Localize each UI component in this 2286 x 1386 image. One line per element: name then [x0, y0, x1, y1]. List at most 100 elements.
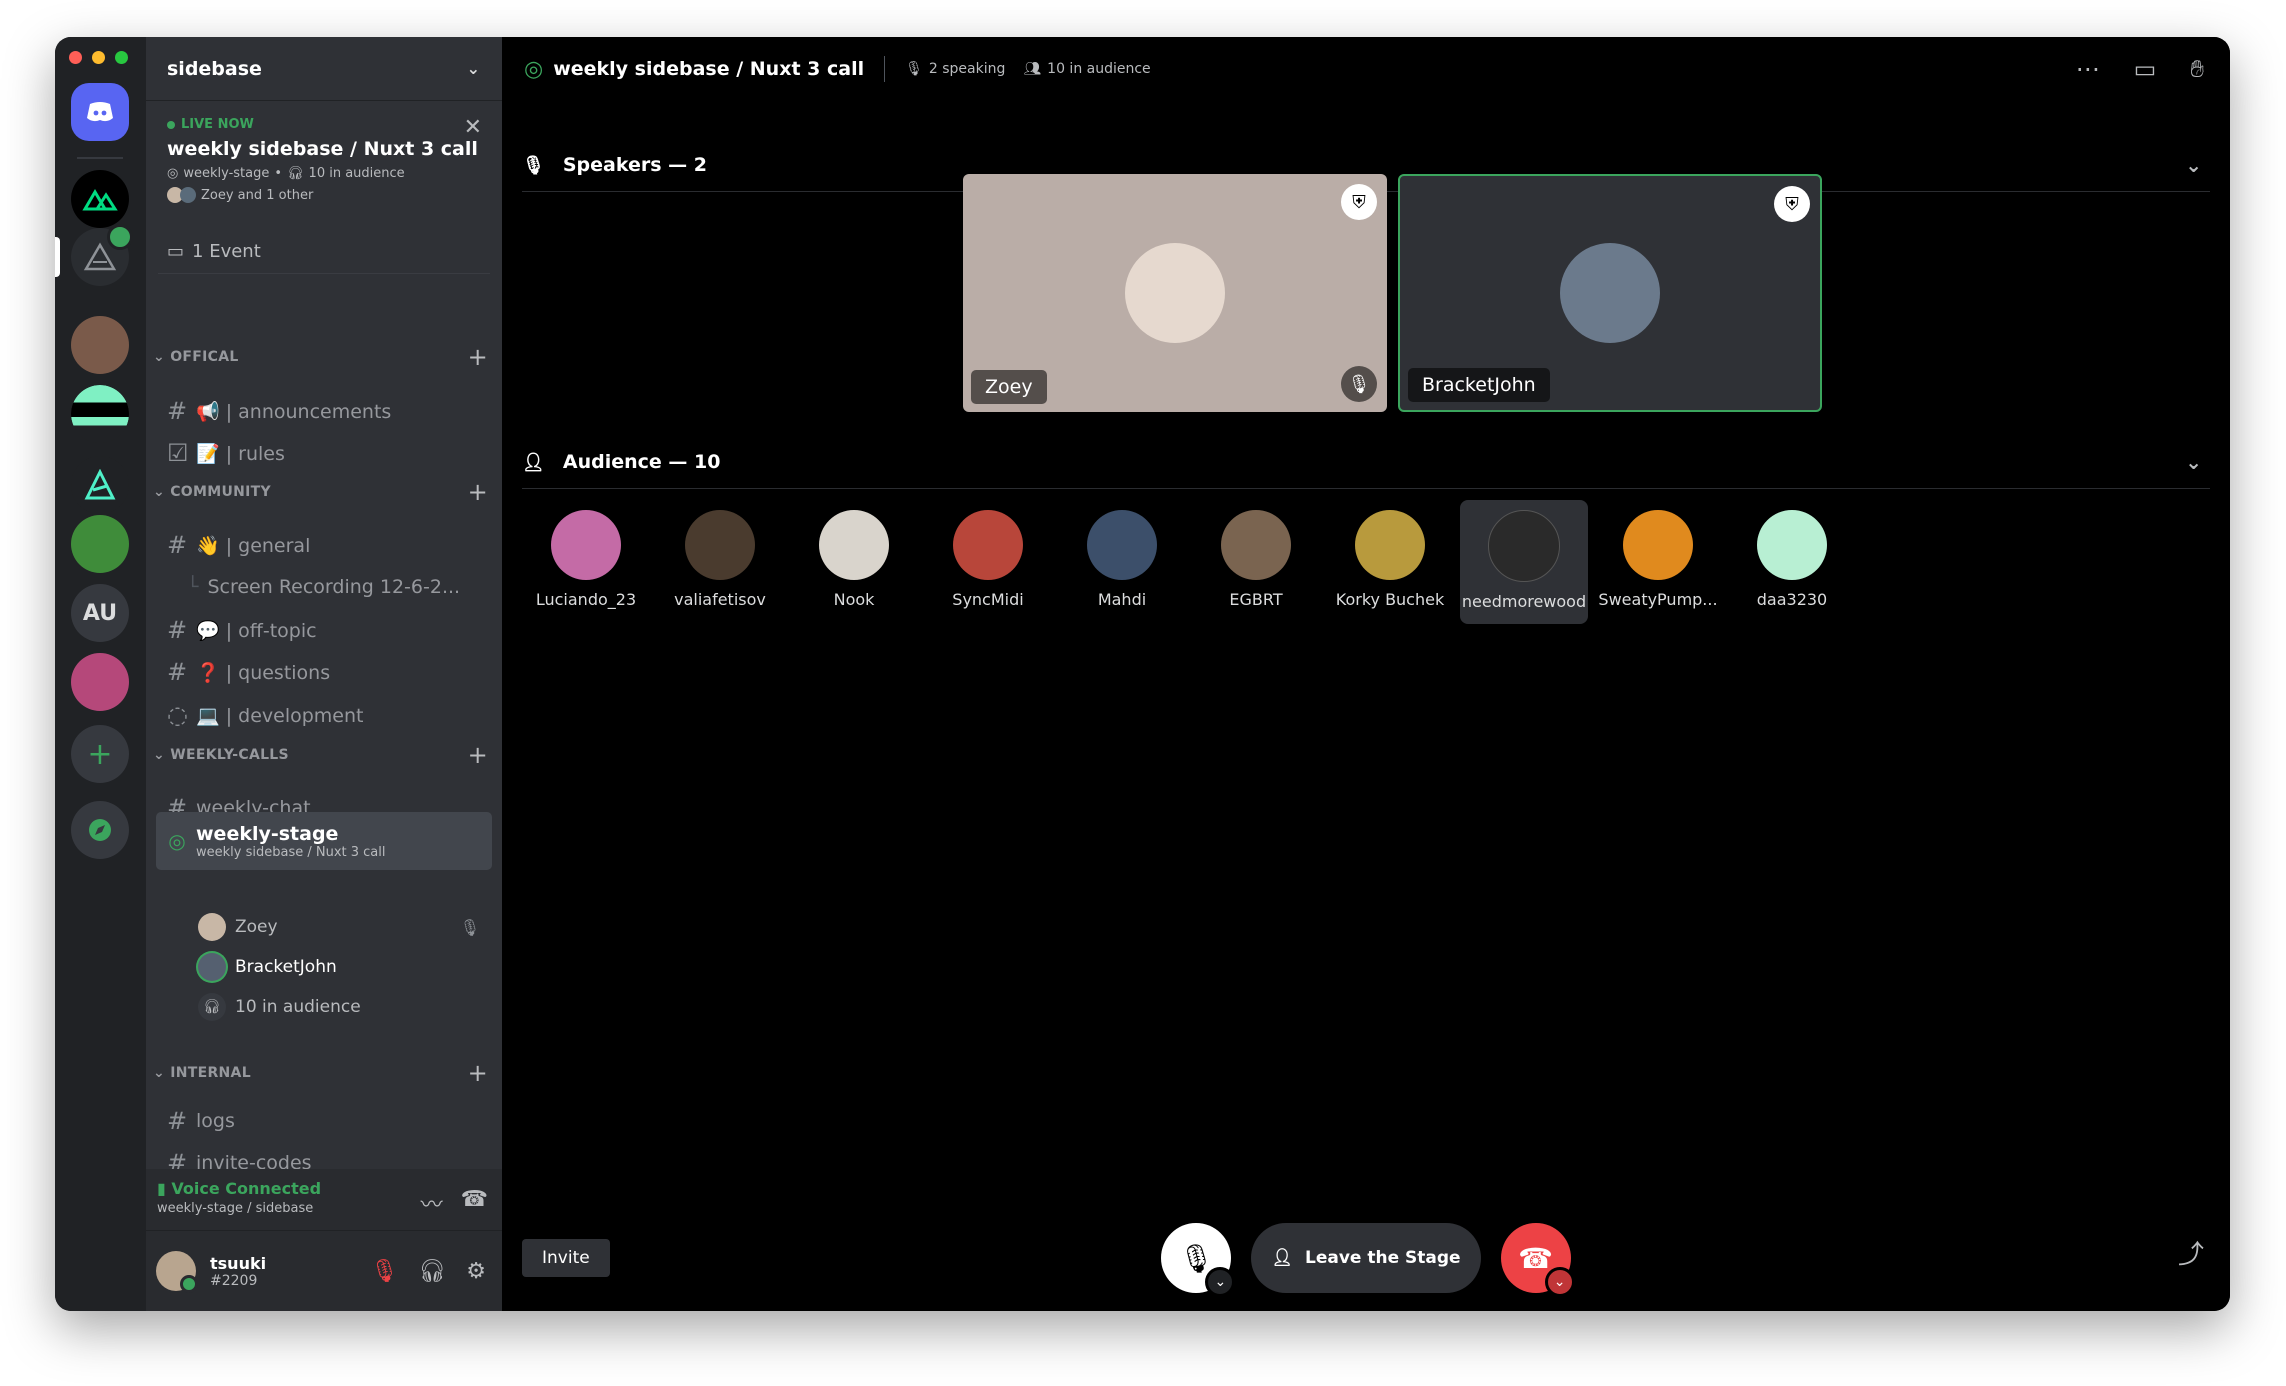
chevron-down-icon[interactable]: ⌄	[2185, 153, 2202, 177]
audience-member-name: SweatyPump...	[1598, 590, 1718, 609]
hash-icon: #	[167, 531, 188, 559]
server-header[interactable]: sidebase ⌄	[146, 37, 502, 101]
channel-label: ❓ | questions	[196, 661, 331, 684]
discord-home-icon[interactable]	[71, 83, 129, 141]
audience-member[interactable]: daa3230	[1728, 500, 1856, 624]
nuxt-server-icon[interactable]	[71, 170, 129, 228]
audience-member[interactable]: EGBRT	[1192, 500, 1320, 624]
mic-toggle-button[interactable]: 🎙︎ ⌄	[1161, 1223, 1236, 1297]
channel-off-topic[interactable]: # 💬 | off-topic	[156, 610, 492, 650]
audience-member[interactable]: Korky Buchek	[1326, 500, 1454, 624]
add-channel-icon[interactable]: +	[468, 343, 488, 371]
calendar-icon: ▭	[167, 240, 185, 262]
avatar	[1757, 510, 1827, 580]
thread-screen-recording[interactable]: └ Screen Recording 12-6-2...	[156, 567, 492, 607]
green-server-icon[interactable]	[71, 385, 129, 443]
audience-member[interactable]: needmorewood	[1460, 500, 1588, 624]
channel-questions[interactable]: # ❓ | questions	[156, 652, 492, 692]
live-stage-card[interactable]: LIVE NOW weekly sidebase / Nuxt 3 call ◎…	[146, 101, 502, 203]
chevron-down-icon[interactable]: ⌄	[1205, 1267, 1236, 1297]
channel-development[interactable]: ◌ 💻 | development	[156, 695, 492, 735]
live-stage-title: weekly sidebase / Nuxt 3 call	[167, 138, 478, 160]
add-channel-icon[interactable]: +	[468, 1059, 488, 1087]
audience-member[interactable]: Nook	[790, 500, 918, 624]
active-server-indicator	[55, 237, 60, 277]
leave-stage-button[interactable]: 👤︎ Leave the Stage	[1251, 1223, 1481, 1293]
avatar	[1623, 510, 1693, 580]
speaker-tile-bracketjohn[interactable]: ⛨ BracketJohn	[1398, 174, 1822, 412]
close-icon[interactable]: ✕	[464, 115, 482, 140]
channel-weekly-stage[interactable]: ◎ weekly-stage weekly sidebase / Nuxt 3 …	[156, 812, 492, 870]
au-server-icon[interactable]: AU	[71, 584, 129, 642]
audience-member[interactable]: SweatyPump...	[1594, 500, 1722, 624]
live-stage-people-label: Zoey and 1 other	[201, 187, 314, 203]
stage-icon: ◎	[168, 829, 186, 853]
muted-mic-icon: 🎙︎	[459, 917, 480, 937]
audience-member[interactable]: Luciando_23	[522, 500, 650, 624]
user-names: tsuuki #2209	[210, 1254, 266, 1289]
audience-member-name: daa3230	[1756, 590, 1828, 609]
chevron-down-icon[interactable]: ⌄	[2185, 450, 2202, 474]
more-options-icon[interactable]: ⋯	[2076, 55, 2100, 83]
channel-rules[interactable]: ☑ 📝 | rules	[156, 433, 492, 473]
audience-section-header[interactable]: 👤︎ Audience — 10 ⌄	[522, 436, 2210, 489]
add-server-icon[interactable]: +	[71, 725, 129, 783]
speaking-label: 2 speaking	[928, 61, 1006, 77]
category-weekly-calls[interactable]: ⌄ WEEKLY-CALLS +	[153, 741, 488, 769]
close-window-button[interactable]	[69, 51, 82, 64]
mute-mic-icon[interactable]: 🎙︎	[370, 1259, 398, 1284]
disconnect-icon[interactable]: ☎︎	[461, 1187, 488, 1219]
stage-user-bracketjohn[interactable]: BracketJohn	[156, 949, 492, 985]
headphones-icon[interactable]: 🎧︎	[418, 1259, 446, 1284]
moderator-badge-icon: ⛨	[1341, 184, 1377, 220]
maximize-window-button[interactable]	[115, 51, 128, 64]
disconnect-button[interactable]: ☎︎ ⌄	[1500, 1223, 1575, 1297]
audience-member[interactable]: valiafetisov	[656, 500, 784, 624]
pink-server-icon[interactable]	[71, 653, 129, 711]
stage-user-zoey[interactable]: Zoey 🎙︎	[156, 909, 492, 945]
category-label: OFFICAL	[170, 349, 239, 365]
audience-member[interactable]: Mahdi	[1058, 500, 1186, 624]
audience-member-name: SyncMidi	[952, 590, 1024, 609]
chevron-down-icon[interactable]: ⌄	[1544, 1267, 1575, 1297]
avatar	[198, 953, 226, 981]
gear-icon[interactable]: ⚙	[466, 1259, 486, 1284]
category-internal[interactable]: ⌄ INTERNAL +	[153, 1059, 488, 1087]
stage-main: ◎ weekly sidebase / Nuxt 3 call 🎙︎ 2 spea…	[502, 37, 2230, 1311]
hash-icon: #	[167, 658, 188, 686]
hash-icon: #	[167, 616, 188, 644]
stage-audience-count[interactable]: 🎧︎ 10 in audience	[156, 989, 492, 1025]
add-channel-icon[interactable]: +	[468, 741, 488, 769]
events-button[interactable]: ▭ 1 Event	[158, 229, 490, 274]
category-offical[interactable]: ⌄ OFFICAL +	[153, 343, 488, 371]
avatar[interactable]	[156, 1251, 198, 1293]
category-community[interactable]: ⌄ COMMUNITY +	[153, 478, 488, 506]
events-label: 1 Event	[192, 240, 261, 262]
add-channel-icon[interactable]: +	[468, 478, 488, 506]
creature-server-icon[interactable]	[71, 515, 129, 573]
popout-icon[interactable]: ⤴	[2178, 1234, 2204, 1271]
raise-hand-icon[interactable]: ✋︎	[2190, 55, 2204, 83]
muted-mic-icon: 🎙︎	[1178, 1241, 1215, 1275]
stage-icon: ◎	[524, 56, 544, 82]
triangle-server-icon[interactable]	[71, 456, 129, 514]
channel-logs[interactable]: # logs	[156, 1101, 492, 1141]
user-controls: 🎙︎ 🎧︎ ⚙	[370, 1259, 486, 1284]
audience-member[interactable]: SyncMidi	[924, 500, 1052, 624]
move-to-audience-icon: 👤︎	[1271, 1248, 1293, 1268]
speaker-tile-zoey[interactable]: ⛨ Zoey 🎙︎	[963, 174, 1387, 412]
inbox-icon[interactable]: ▭	[2134, 55, 2157, 83]
explore-servers-icon[interactable]	[71, 801, 129, 859]
noise-suppression-icon[interactable]: 〰︎	[421, 1187, 443, 1219]
audience-member-name: valiafetisov	[674, 590, 766, 609]
minimize-window-button[interactable]	[92, 51, 105, 64]
user-panel: tsuuki #2209 🎙︎ 🎧︎ ⚙	[146, 1231, 502, 1311]
user-tag: #2209	[210, 1272, 258, 1289]
sidebase-server-icon[interactable]	[71, 224, 133, 286]
channel-announcements[interactable]: # 📢 | announcements	[156, 391, 492, 431]
channel-general[interactable]: # 👋 | general	[156, 525, 492, 565]
anime-server-icon[interactable]	[71, 316, 129, 374]
app-window: AU + sidebase ⌄ LIVE NOW weekly sidebase…	[55, 37, 2230, 1311]
hang-up-icon: ☎︎	[1518, 1241, 1554, 1275]
voice-status-text: Voice Connected	[171, 1179, 322, 1198]
